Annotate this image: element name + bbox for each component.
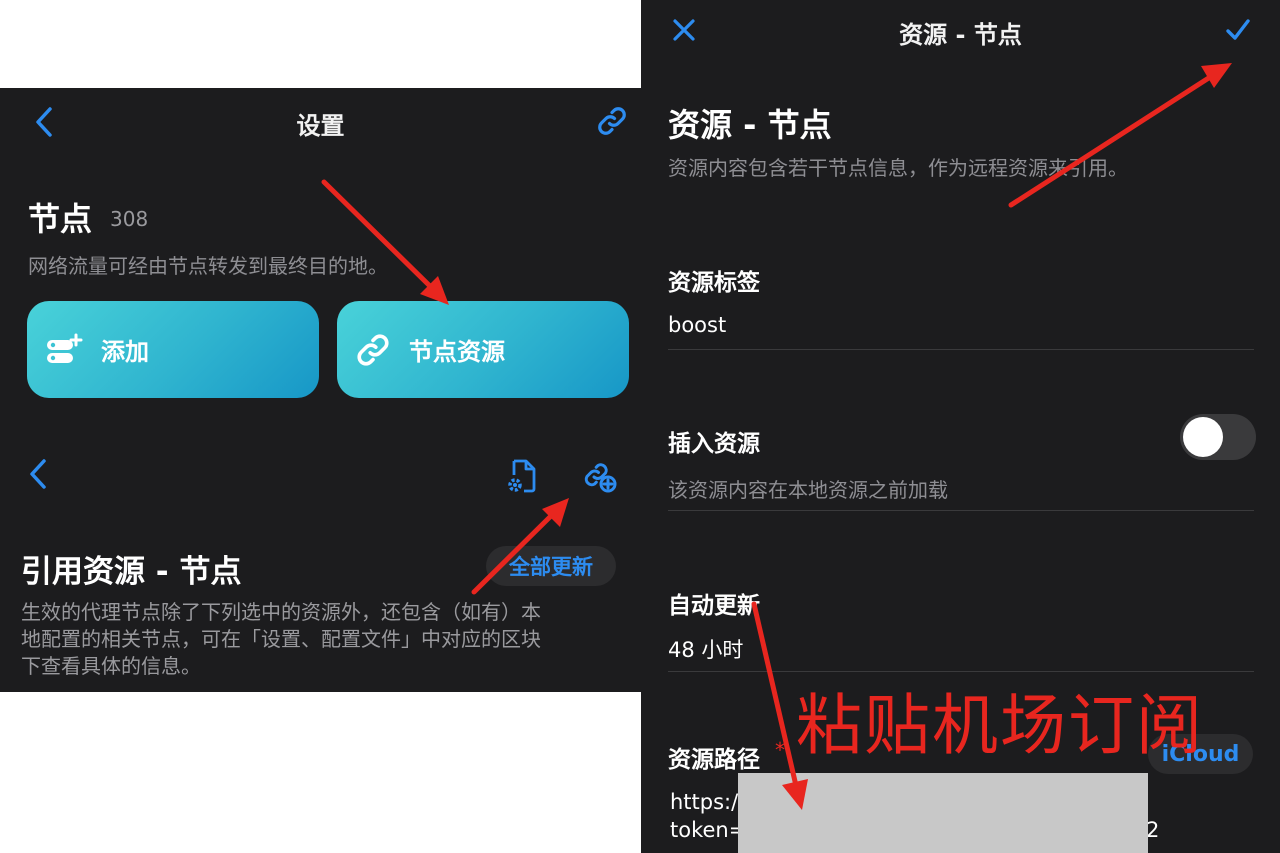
annotation-arrows xyxy=(321,63,1232,810)
arrow-to-node-resource xyxy=(321,179,439,295)
arrow-to-path xyxy=(751,601,800,793)
arrow-to-add-link xyxy=(471,508,559,595)
arrow-to-checkmark xyxy=(1008,69,1221,208)
